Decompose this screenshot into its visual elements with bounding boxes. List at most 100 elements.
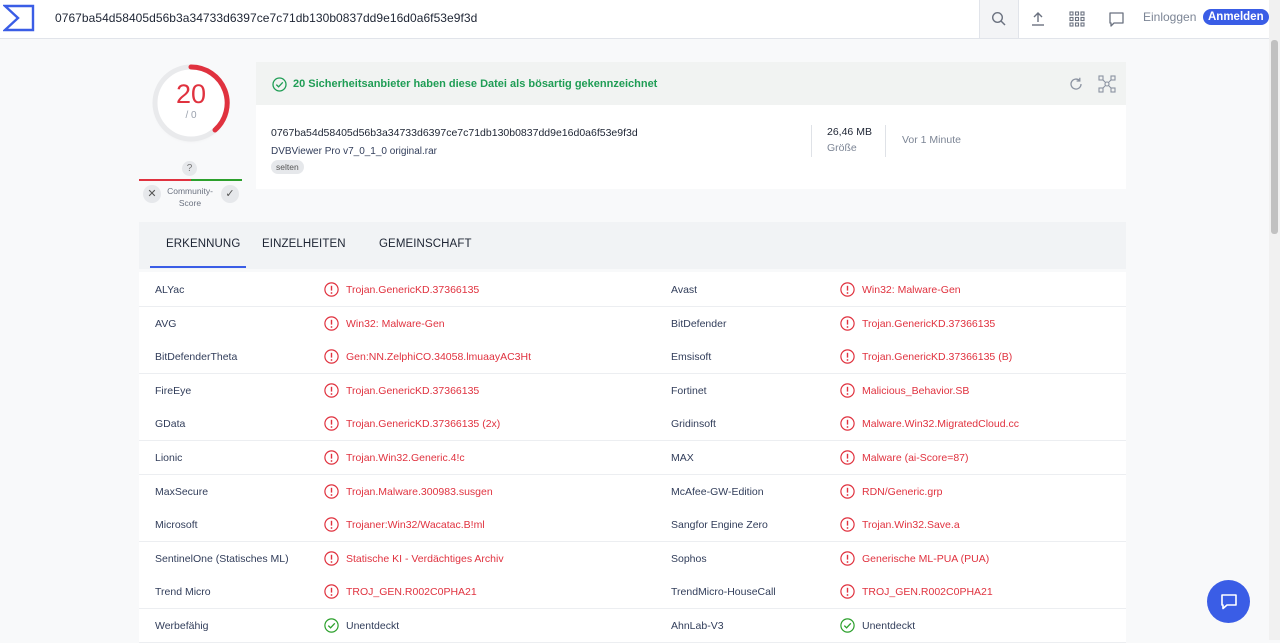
engine-result: Malware.Win32.MigratedCloud.cc bbox=[862, 418, 1019, 431]
engine-name: BitDefenderTheta bbox=[155, 351, 238, 364]
tab-community[interactable]: GEMEINSCHAFT bbox=[379, 238, 472, 250]
alert-circle-icon bbox=[840, 282, 855, 297]
engine-name: Avast bbox=[671, 284, 698, 296]
signup-button[interactable]: Anmelden bbox=[1203, 9, 1269, 25]
upload-icon bbox=[1032, 12, 1044, 26]
engine-name: MaxSecure bbox=[155, 485, 209, 498]
chat-icon bbox=[1220, 593, 1237, 609]
feedback-button[interactable] bbox=[1097, 0, 1135, 38]
alert-circle-icon bbox=[840, 315, 855, 331]
alert-circle-icon bbox=[324, 416, 339, 432]
engine-result: Trojan.GenericKD.37366135 bbox=[862, 317, 996, 330]
engine-result: RDN/Generic.grp bbox=[862, 485, 943, 498]
engine-name: GData bbox=[155, 418, 186, 431]
file-size-value: 26,46 MB bbox=[827, 126, 872, 138]
detection-count: 20 bbox=[175, 79, 207, 109]
detection-total: / 0 bbox=[185, 110, 197, 121]
vote-malicious-button[interactable]: ✕ bbox=[143, 185, 161, 203]
engine-name: BitDefender bbox=[671, 317, 727, 330]
alert-circle-icon bbox=[324, 349, 339, 364]
graph-icon[interactable] bbox=[1098, 75, 1116, 93]
alert-circle-icon bbox=[324, 383, 339, 398]
scrollbar-thumb[interactable] bbox=[1271, 40, 1278, 234]
alert-circle-icon bbox=[840, 517, 855, 532]
divider bbox=[811, 125, 812, 157]
engine-result: Trojan.Win32.Generic.4!c bbox=[346, 452, 465, 464]
engine-name: McAfee-GW-Edition bbox=[671, 485, 764, 498]
alert-circle-icon bbox=[840, 584, 855, 600]
engine-result: Trojan.Malware.300983.susgen bbox=[346, 485, 493, 498]
table-row: MaxSecure Trojan.Malware.300983.susgen McA… bbox=[139, 474, 1126, 509]
engine-name: Lionic bbox=[155, 452, 183, 464]
tab-detection[interactable]: ERKENNUNG bbox=[166, 238, 240, 250]
community-label-line2: Score bbox=[178, 198, 202, 208]
community-score-bar bbox=[139, 179, 242, 182]
alert-circle-icon bbox=[324, 551, 339, 566]
upload-button[interactable] bbox=[1019, 0, 1057, 38]
search-icon bbox=[991, 11, 1006, 26]
community-label-line1: Community- bbox=[167, 186, 213, 196]
engine-name: Trend Micro bbox=[155, 586, 211, 599]
community-bar-positive bbox=[191, 179, 242, 181]
engine-name: Microsoft bbox=[155, 519, 198, 532]
alert-circle-icon bbox=[840, 483, 855, 499]
engine-result: Unentdeckt bbox=[862, 620, 916, 632]
detection-score-ring: 20 / 0 bbox=[150, 62, 232, 144]
engine-result: Trojan.Win32.Save.a bbox=[862, 519, 960, 532]
community-score-help[interactable]: ? bbox=[182, 161, 197, 176]
apps-button[interactable] bbox=[1058, 0, 1096, 38]
engine-name: FireEye bbox=[155, 384, 192, 397]
engine-name: Sophos bbox=[671, 552, 707, 565]
search-input[interactable]: 0767ba54d58405d56b3a34733d6397ce7c71db13… bbox=[55, 11, 477, 25]
community-bar-negative bbox=[139, 179, 191, 181]
engine-result: TROJ_GEN.R002C0PHA21 bbox=[862, 586, 993, 599]
table-row: SentinelOne (Statisches ML) Statische KI … bbox=[139, 541, 1126, 576]
top-bar: 0767ba54d58405d56b3a34733d6397ce7c71db13… bbox=[0, 0, 1269, 39]
file-name: DVBViewer Pro v7_0_1_0 original.rar bbox=[271, 146, 438, 157]
file-tag[interactable]: selten bbox=[271, 160, 304, 174]
check-circle-icon bbox=[324, 618, 339, 633]
alert-circle-icon bbox=[840, 551, 855, 566]
engine-name: AhnLab-V3 bbox=[671, 620, 724, 632]
engine-result: Gen:NN.ZelphiCO.34058.lmuaayAC3Ht bbox=[346, 351, 532, 364]
login-link[interactable]: Einloggen bbox=[1143, 10, 1196, 24]
engine-result: Generische ML-PUA (PUA) bbox=[862, 552, 990, 565]
table-row: ALYac Trojan.GenericKD.37366135 Avast Win32… bbox=[139, 273, 1126, 307]
chat-support-button[interactable] bbox=[1207, 580, 1250, 623]
active-tab-indicator bbox=[150, 266, 246, 268]
engine-name: Werbefähig bbox=[155, 620, 209, 632]
check-circle-icon bbox=[272, 77, 287, 92]
engine-name: Emsisoft bbox=[671, 351, 712, 364]
engine-name: SentinelOne (Statisches ML) bbox=[155, 552, 289, 565]
file-hash: 0767ba54d58405d56b3a34733d6397ce7c71db13… bbox=[271, 127, 638, 139]
engine-result: Win32: Malware-Gen bbox=[346, 317, 445, 330]
table-row: Microsoft Trojaner:Win32/Wacatac.B!ml Sang… bbox=[139, 508, 1126, 543]
engine-result: Trojan.GenericKD.37366135 (2x) bbox=[346, 418, 501, 431]
alert-circle-icon bbox=[324, 483, 339, 499]
alert-circle-icon bbox=[840, 416, 855, 432]
engine-name: ALYac bbox=[155, 284, 185, 296]
table-row: FireEye Trojan.GenericKD.37366135 Fortinet… bbox=[139, 373, 1126, 408]
community-score-label: Community- Score bbox=[160, 185, 220, 209]
check-circle-icon bbox=[840, 618, 855, 633]
engine-result: TROJ_GEN.R002C0PHA21 bbox=[346, 586, 477, 599]
tab-details[interactable]: EINZELHEITEN bbox=[262, 238, 346, 250]
table-row: GData Trojan.GenericKD.37366135 (2x) Gridi… bbox=[139, 407, 1126, 442]
refresh-icon[interactable] bbox=[1068, 76, 1084, 92]
vote-harmless-button[interactable]: ✓ bbox=[221, 185, 239, 203]
virustotal-logo[interactable] bbox=[3, 4, 35, 32]
engine-name: MAX bbox=[671, 452, 694, 464]
engine-name: TrendMicro-HouseCall bbox=[671, 586, 776, 599]
search-button[interactable] bbox=[979, 0, 1019, 38]
alert-circle-icon bbox=[840, 349, 855, 364]
alert-circle-icon bbox=[324, 584, 339, 600]
alert-circle-icon bbox=[324, 517, 339, 532]
divider bbox=[885, 125, 886, 157]
alert-circle-icon bbox=[840, 450, 855, 465]
alert-circle-icon bbox=[840, 383, 855, 398]
alert-circle-icon bbox=[324, 315, 339, 331]
alert-circle-icon bbox=[324, 450, 339, 465]
engine-result: Win32: Malware-Gen bbox=[862, 284, 961, 296]
table-row: BitDefenderTheta Gen:NN.ZelphiCO.34058.lm… bbox=[139, 340, 1126, 375]
engine-result: Trojaner:Win32/Wacatac.B!ml bbox=[346, 519, 485, 532]
